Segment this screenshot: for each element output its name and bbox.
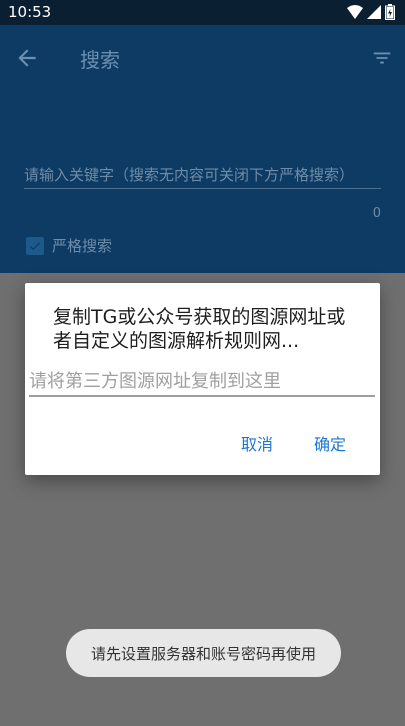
toast-message: 请先设置服务器和账号密码再使用 <box>66 629 341 677</box>
battery-icon <box>385 4 395 20</box>
status-icons <box>347 4 395 20</box>
strict-search-checkbox[interactable] <box>26 236 44 255</box>
search-header: 搜索 0 严格搜索 <box>0 25 405 273</box>
source-url-input[interactable] <box>29 367 375 397</box>
strict-search-toggle[interactable]: 严格搜索 <box>26 235 112 256</box>
page-title: 搜索 <box>80 48 120 72</box>
check-icon <box>29 241 41 250</box>
status-time: 10:53 <box>8 3 52 21</box>
strict-search-label: 严格搜索 <box>52 237 113 255</box>
dialog-title: 复制TG或公众号获取的图源网址或者自定义的图源解析规则网... <box>53 306 346 352</box>
cell-signal-icon <box>367 5 381 19</box>
cancel-button[interactable]: 取消 <box>241 431 273 455</box>
confirm-button[interactable]: 确定 <box>314 431 346 455</box>
wifi-icon <box>347 5 363 19</box>
add-source-dialog: 复制TG或公众号获取的图源网址或者自定义的图源解析规则网... 取消 确定 <box>25 283 380 475</box>
search-input[interactable] <box>24 162 381 189</box>
status-bar: 10:53 <box>0 0 405 25</box>
result-count: 0 <box>372 206 381 221</box>
arrow-left-icon[interactable] <box>14 45 40 71</box>
filter-list-icon[interactable] <box>371 47 393 69</box>
